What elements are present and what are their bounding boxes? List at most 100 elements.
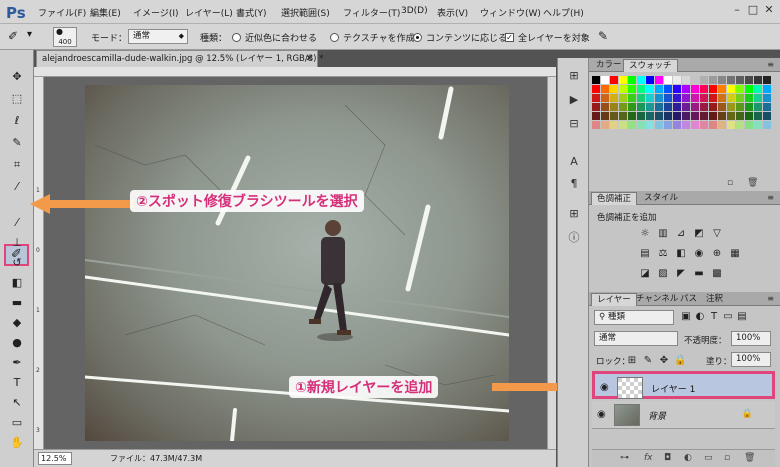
swatch[interactable] [736, 94, 744, 102]
swatch[interactable] [700, 103, 708, 111]
swatch[interactable] [601, 103, 609, 111]
swatch[interactable] [745, 76, 753, 84]
menu-type[interactable]: 書式(Y) [236, 6, 267, 19]
lock-all-icon[interactable]: 🔒 [674, 355, 686, 367]
quick-select-tool-icon[interactable]: ✎ [8, 134, 26, 151]
new-swatch-icon[interactable]: ▫ [727, 178, 733, 188]
swatch[interactable] [637, 112, 645, 120]
visibility-eye-icon[interactable]: ◉ [600, 382, 609, 393]
eraser-tool-icon[interactable]: ◧ [8, 274, 26, 291]
swatch[interactable] [682, 85, 690, 93]
swatch[interactable] [718, 121, 726, 129]
swatch[interactable] [619, 112, 627, 120]
swatch[interactable] [664, 76, 672, 84]
panel-menu-icon[interactable]: ≡ [767, 294, 774, 303]
swatch[interactable] [646, 103, 654, 111]
swatch[interactable] [736, 112, 744, 120]
delete-layer-icon[interactable]: 🗑 [744, 453, 755, 463]
swatch[interactable] [718, 112, 726, 120]
threshold-icon[interactable]: ◤ [675, 268, 687, 280]
swatch[interactable] [691, 76, 699, 84]
actions-panel-icon[interactable]: ▶ [566, 92, 582, 108]
menu-window[interactable]: ウィンドウ(W) [480, 6, 541, 19]
swatch[interactable] [592, 94, 600, 102]
swatch[interactable] [655, 94, 663, 102]
exposure-icon[interactable]: ◩ [693, 228, 705, 240]
swatch[interactable] [727, 112, 735, 120]
tab-paths[interactable]: パス [675, 293, 702, 306]
filter-pixel-icon[interactable]: ▣ [680, 311, 692, 323]
opacity-input[interactable]: 100% [731, 331, 771, 346]
swatch[interactable] [664, 94, 672, 102]
swatch[interactable] [682, 112, 690, 120]
swatch[interactable] [745, 85, 753, 93]
swatch[interactable] [610, 112, 618, 120]
menu-select[interactable]: 選択範囲(S) [281, 6, 330, 19]
swatch[interactable] [592, 103, 600, 111]
visibility-eye-icon[interactable]: ◉ [597, 409, 606, 420]
swatch[interactable] [754, 85, 762, 93]
swatch[interactable] [682, 121, 690, 129]
swatch[interactable] [592, 76, 600, 84]
swatch[interactable] [763, 103, 771, 111]
hue-saturation-icon[interactable]: ▤ [639, 248, 651, 260]
swatch[interactable] [736, 121, 744, 129]
menu-layer[interactable]: レイヤー(L) [185, 6, 233, 19]
swatch[interactable] [610, 94, 618, 102]
swatch[interactable] [727, 76, 735, 84]
swatch[interactable] [754, 94, 762, 102]
menu-help[interactable]: ヘルプ(H) [543, 6, 584, 19]
brightness-icon[interactable]: ☼ [639, 228, 651, 240]
swatch[interactable] [763, 76, 771, 84]
swatch-grid[interactable] [592, 76, 771, 132]
lock-transparent-icon[interactable]: ⊞ [626, 355, 638, 367]
dodge-tool-icon[interactable]: ● [8, 334, 26, 351]
swatch[interactable] [691, 85, 699, 93]
tab-layers[interactable]: レイヤー [591, 293, 637, 306]
swatch[interactable] [754, 76, 762, 84]
swatch[interactable] [655, 121, 663, 129]
layer-row-layer1[interactable]: ◉ レイヤー 1 [592, 371, 775, 399]
menu-view[interactable]: 表示(V) [437, 6, 468, 19]
brush-panel-icon[interactable]: ⊞ [566, 206, 582, 222]
swatch[interactable] [727, 103, 735, 111]
filter-smart-icon[interactable]: ▤ [736, 311, 748, 323]
swatch[interactable] [646, 94, 654, 102]
swatch[interactable] [709, 94, 717, 102]
pressure-icon[interactable]: ✎ [598, 29, 608, 43]
panel-menu-icon[interactable]: ≡ [767, 193, 774, 202]
new-layer-icon[interactable]: ▫ [724, 453, 730, 463]
swatch[interactable] [745, 112, 753, 120]
tool-preset-chevron-icon[interactable]: ▾ [27, 29, 32, 40]
swatch[interactable] [682, 76, 690, 84]
tool-presets-icon[interactable]: ⊟ [566, 116, 582, 132]
swatch[interactable] [646, 112, 654, 120]
menu-file[interactable]: ファイル(F) [38, 6, 86, 19]
swatch[interactable] [637, 121, 645, 129]
swatch[interactable] [673, 94, 681, 102]
sample-all-layers-checkbox[interactable]: ✓ [505, 33, 514, 42]
swatch[interactable] [709, 103, 717, 111]
swatch[interactable] [718, 103, 726, 111]
swatch[interactable] [754, 121, 762, 129]
new-adjustment-icon[interactable]: ◐ [684, 453, 692, 463]
swatch[interactable] [655, 76, 663, 84]
swatch[interactable] [628, 76, 636, 84]
gradient-tool-icon[interactable]: ▬ [8, 294, 26, 311]
mode-select[interactable]: 通常 ◆ [128, 29, 188, 44]
swatch[interactable] [610, 103, 618, 111]
posterize-icon[interactable]: ▨ [657, 268, 669, 280]
swatch[interactable] [601, 112, 609, 120]
swatch[interactable] [709, 112, 717, 120]
close-window-icon[interactable]: ✕ [762, 3, 776, 17]
swatch[interactable] [691, 94, 699, 102]
lock-position-icon[interactable]: ✥ [658, 355, 670, 367]
swatch[interactable] [664, 103, 672, 111]
swatch[interactable] [673, 121, 681, 129]
fill-input[interactable]: 100% [731, 352, 771, 367]
swatch[interactable] [619, 76, 627, 84]
swatch[interactable] [709, 85, 717, 93]
photo-filter-icon[interactable]: ◉ [693, 248, 705, 260]
swatch[interactable] [592, 112, 600, 120]
add-mask-icon[interactable]: ◘ [664, 453, 671, 463]
